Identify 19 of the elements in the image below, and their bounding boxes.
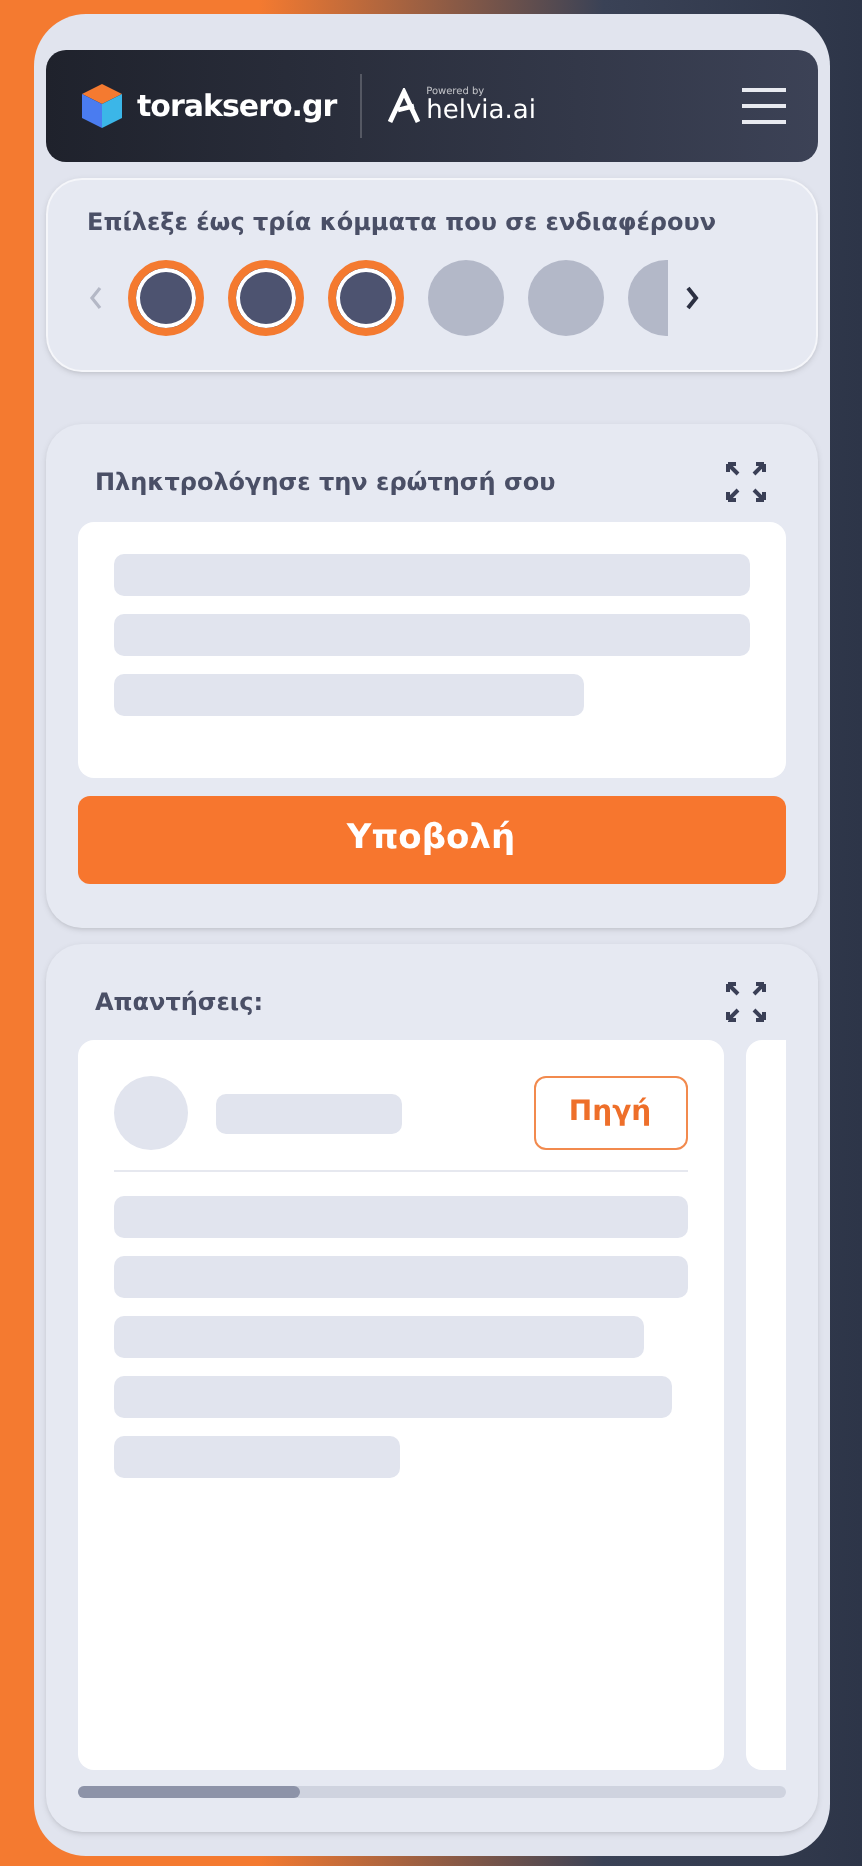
avatar-placeholder xyxy=(113,1076,187,1150)
expand-icon[interactable] xyxy=(723,980,767,1024)
party-option[interactable] xyxy=(327,260,403,336)
chevron-right-icon[interactable] xyxy=(683,286,699,310)
submit-button[interactable]: Υποβολή xyxy=(77,796,785,884)
expand-icon[interactable] xyxy=(723,460,767,504)
source-button[interactable]: Πηγή xyxy=(533,1076,687,1150)
party-option[interactable] xyxy=(227,260,303,336)
party-picker-title: Επίλεξε έως τρία κόμματα που σε ενδιαφέρουν xyxy=(87,206,719,240)
brand-name: toraksero.gr xyxy=(137,85,337,128)
party-option[interactable] xyxy=(127,260,203,336)
menu-icon[interactable] xyxy=(741,88,785,124)
helvia-logo-icon xyxy=(386,88,423,124)
answers-title: Απαντήσεις: xyxy=(95,986,264,1020)
scrollbar-thumb[interactable] xyxy=(77,1786,299,1798)
question-title: Πληκτρολόγησε την ερώτησή σου xyxy=(95,466,556,500)
cube-logo-icon xyxy=(77,82,125,130)
question-input-field[interactable] xyxy=(77,522,785,778)
partner-name: helvia.ai xyxy=(426,98,536,124)
